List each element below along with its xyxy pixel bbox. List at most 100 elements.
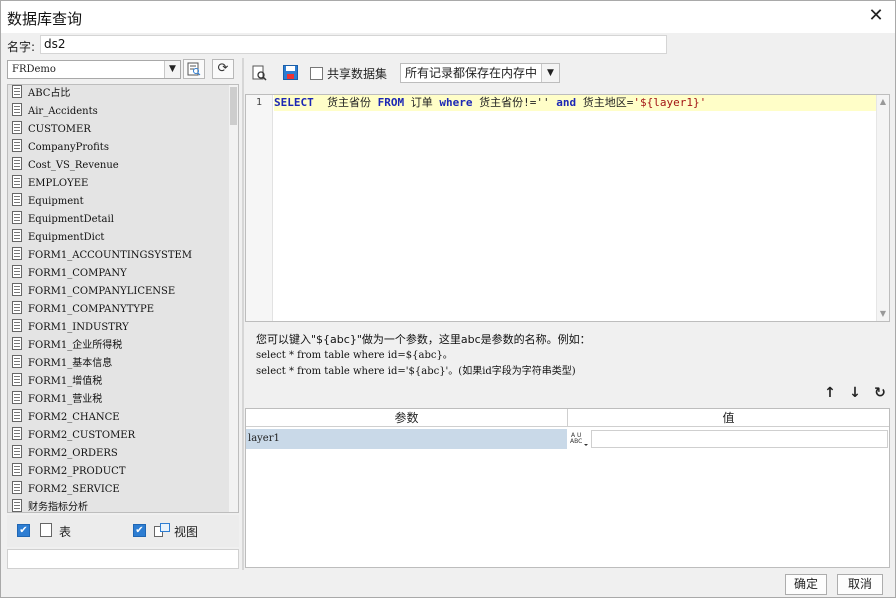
list-item[interactable]: FORM1_COMPANYTYPE: [8, 301, 238, 319]
table-name: CUSTOMER: [28, 124, 91, 135]
list-item[interactable]: FORM2_CUSTOMER: [8, 427, 238, 445]
query-preview-button[interactable]: [248, 62, 270, 84]
share-dataset-checkbox[interactable]: [310, 67, 323, 80]
list-item[interactable]: FORM2_PRODUCT: [8, 463, 238, 481]
editor-scrollbar[interactable]: ▲ ▼: [876, 95, 889, 321]
list-item[interactable]: FORM1_COMPANYLICENSE: [8, 283, 238, 301]
list-item[interactable]: Cost_VS_Revenue: [8, 157, 238, 175]
list-item[interactable]: FORM1_COMPANY: [8, 265, 238, 283]
table-name: CompanyProfits: [28, 142, 109, 153]
table-name: Equipment: [28, 196, 84, 207]
table-icon: [12, 247, 22, 260]
preview-icon: [252, 65, 267, 81]
table-icon: [12, 463, 22, 476]
table-name: FORM1_增值税: [28, 376, 103, 387]
table-name: EMPLOYEE: [28, 178, 89, 189]
sql-line[interactable]: SELECT 货主省份 FROM 订单 where 货主省份!='' and 货…: [274, 95, 878, 111]
move-up-icon[interactable]: ↑: [821, 384, 839, 402]
table-icon: [12, 319, 22, 332]
list-item[interactable]: EquipmentDetail: [8, 211, 238, 229]
sql-text: 货主省份: [313, 96, 378, 109]
table-icon: [12, 229, 22, 242]
title-bar: 数据库查询 ✕: [1, 1, 895, 33]
sql-editor[interactable]: 1 SELECT 货主省份 FROM 订单 where 货主省份!='' and…: [245, 94, 890, 322]
parameter-table-header: 参数 值: [246, 409, 889, 427]
table-icon: [12, 121, 22, 134]
table-name: FORM1_INDUSTRY: [28, 322, 129, 333]
table-name: FORM2_CUSTOMER: [28, 430, 136, 441]
list-item[interactable]: FORM1_营业税: [8, 391, 238, 409]
sql-text: 货主省份!='': [472, 96, 550, 109]
list-item[interactable]: FORM1_ACCOUNTINGSYSTEM: [8, 247, 238, 265]
preview-icon: [187, 62, 201, 76]
name-label: 名字:: [7, 40, 36, 54]
move-down-icon[interactable]: ↓: [846, 384, 864, 402]
save-icon[interactable]: [279, 62, 301, 84]
scroll-up-icon[interactable]: ▲: [877, 96, 889, 108]
column-header-value: 值: [722, 411, 735, 425]
view-icon: [154, 523, 170, 537]
table-icon: [12, 355, 22, 368]
table-icon: [12, 211, 22, 224]
table-icon: [12, 175, 22, 188]
list-scrollbar[interactable]: [229, 85, 238, 512]
table-name: FORM2_ORDERS: [28, 448, 118, 459]
refresh-params-icon[interactable]: ↻: [871, 384, 889, 402]
table-row[interactable]: layer1 A U ABC: [246, 429, 889, 449]
table-name: ABC占比: [28, 88, 71, 99]
sql-keyword: where: [439, 96, 473, 109]
list-item[interactable]: CUSTOMER: [8, 121, 238, 139]
table-icon: [12, 139, 22, 152]
list-item[interactable]: EquipmentDict: [8, 229, 238, 247]
refresh-icon[interactable]: ⟳: [212, 59, 234, 79]
table-name: FORM2_PRODUCT: [28, 466, 126, 477]
list-item[interactable]: FORM1_企业所得税: [8, 337, 238, 355]
list-item[interactable]: FORM2_ORDERS: [8, 445, 238, 463]
table-name: EquipmentDict: [28, 232, 105, 243]
hint-example-line: select * from table where id='${abc}'。(如…: [256, 366, 576, 377]
list-item[interactable]: FORM2_SERVICE: [8, 481, 238, 499]
list-item[interactable]: FORM2_CHANCE: [8, 409, 238, 427]
scroll-down-icon[interactable]: ▼: [877, 308, 889, 320]
table-icon: [12, 337, 22, 350]
cancel-button[interactable]: 取消: [837, 574, 883, 595]
name-input[interactable]: ds2: [40, 35, 667, 54]
close-icon[interactable]: ✕: [865, 6, 887, 28]
table-filter-input[interactable]: [7, 549, 239, 569]
hint-line: 您可以键入"${abc}"做为一个参数，这里abc是参数的名称。例如：: [256, 333, 591, 346]
table-name: FORM1_COMPANYLICENSE: [28, 286, 176, 297]
list-scroll-thumb[interactable]: [230, 87, 237, 125]
database-select[interactable]: FRDemo ▼: [7, 60, 181, 79]
param-name-cell[interactable]: layer1: [246, 429, 567, 449]
list-item[interactable]: FORM1_INDUSTRY: [8, 319, 238, 337]
table-icon: [40, 523, 52, 537]
param-type-icon[interactable]: A U ABC: [568, 429, 590, 449]
table-name: FORM1_ACCOUNTINGSYSTEM: [28, 250, 193, 261]
chevron-down-icon: ▼: [164, 61, 180, 78]
list-item[interactable]: ABC占比: [8, 85, 238, 103]
view-check-label: 视图: [174, 525, 199, 539]
view-checkbox[interactable]: ✔: [133, 524, 146, 537]
ok-button[interactable]: 确定: [785, 574, 827, 595]
sql-keyword: FROM: [377, 96, 405, 109]
sql-keyword: SELECT: [274, 96, 314, 109]
preview-table-button[interactable]: [183, 59, 205, 79]
panel-splitter[interactable]: [242, 58, 244, 570]
database-select-value: FRDemo: [12, 64, 56, 75]
table-name: FORM1_COMPANYTYPE: [28, 304, 155, 315]
list-item[interactable]: EMPLOYEE: [8, 175, 238, 193]
list-item[interactable]: Equipment: [8, 193, 238, 211]
line-gutter: 1: [246, 95, 273, 321]
column-header-param: 参数: [394, 411, 419, 425]
param-value-input[interactable]: [591, 430, 888, 448]
list-item[interactable]: CompanyProfits: [8, 139, 238, 157]
memory-mode-select[interactable]: 所有记录都保存在内存中 ▼: [400, 63, 560, 83]
share-dataset-label: 共享数据集: [327, 67, 388, 81]
memory-mode-value: 所有记录都保存在内存中: [405, 66, 538, 80]
list-item[interactable]: FORM1_基本信息: [8, 355, 238, 373]
list-item[interactable]: Air_Accidents: [8, 103, 238, 121]
list-item[interactable]: FORM1_增值税: [8, 373, 238, 391]
table-checkbox[interactable]: ✔: [17, 524, 30, 537]
floppy-icon: [282, 65, 298, 80]
list-item[interactable]: 财务指标分析: [8, 499, 238, 512]
